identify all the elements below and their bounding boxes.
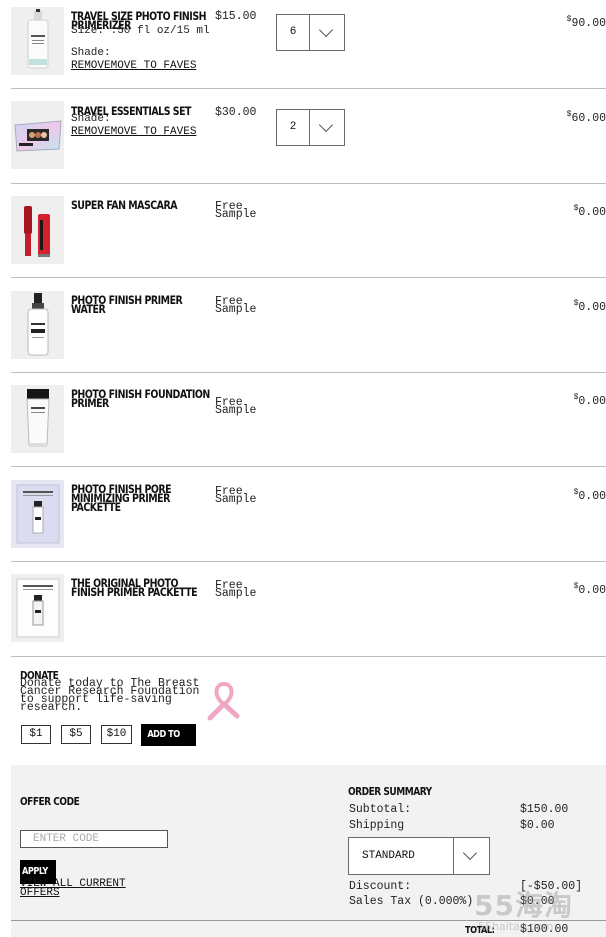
line-total: $0.00 <box>574 299 606 314</box>
offer-code-input[interactable] <box>20 830 168 848</box>
line-total-value: 0.00 <box>578 205 606 219</box>
product-name[interactable]: PHOTO FINISH FOUNDATION PRIMER <box>71 388 210 409</box>
product-name[interactable]: THE ORIGINAL PHOTO FINISH PRIMER PACKETT… <box>71 577 210 598</box>
subtotal-value: $150.00 <box>520 803 569 816</box>
order-summary-title: ORDER SUMMARY <box>348 785 432 798</box>
product-name[interactable]: PHOTO FINISH PORE MINIMIZING PRIMER PACK… <box>71 483 210 513</box>
product-thumbnail[interactable] <box>11 101 64 169</box>
line-total: $0.00 <box>574 488 606 503</box>
line-total-value: 0.00 <box>578 394 606 408</box>
product-thumbnail[interactable] <box>11 574 64 642</box>
line-total-value: 0.00 <box>578 300 606 314</box>
product-name[interactable]: SUPER FAN MASCARA <box>71 199 210 211</box>
product-shade: Shade: <box>71 113 111 125</box>
select-divider <box>309 15 310 50</box>
shipping-method-select[interactable]: STANDARD <box>348 837 490 875</box>
unit-price: Free Sample <box>215 200 257 221</box>
pink-ribbon-icon <box>207 681 240 721</box>
cart-item-row: TRAVEL SIZE PHOTO FINISH PRIMERIZER Size… <box>11 0 606 89</box>
cart-item-row: SUPER FAN MASCARA Free Sample $0.00 <box>11 184 606 278</box>
remove-move-to-faves-link[interactable]: REMOVEMOVE TO FAVES <box>71 126 196 138</box>
donate-amount-10-button[interactable]: $10 <box>101 725 132 744</box>
white-primer-bottle-image <box>27 9 48 69</box>
cart-item-row: PHOTO FINISH PORE MINIMIZING PRIMER PACK… <box>11 467 606 562</box>
quantity-select[interactable]: 2 <box>276 109 345 146</box>
cart-item-row: TRAVEL ESSENTIALS SET Shade: REMOVEMOVE … <box>11 89 606 184</box>
unit-price: $15.00 <box>215 10 257 23</box>
watermark: 55海淘 55haitao.com <box>474 884 573 933</box>
line-total: $0.00 <box>574 204 606 219</box>
line-total-value: 0.00 <box>578 489 606 503</box>
product-thumbnail[interactable] <box>11 7 64 75</box>
product-thumbnail[interactable] <box>11 480 64 548</box>
primer-tube-image <box>25 389 50 447</box>
primer-packette-white-image <box>16 578 59 638</box>
chevron-down-icon <box>318 22 334 38</box>
shipping-method-value: STANDARD <box>362 850 415 862</box>
unit-price: $30.00 <box>215 106 257 119</box>
shipping-value: $0.00 <box>520 819 555 832</box>
donate-add-to-bag-button[interactable]: ADD TO BAG <box>141 724 196 762</box>
unit-price: Free Sample <box>215 579 257 600</box>
remove-move-to-faves-link[interactable]: REMOVEMOVE TO FAVES <box>71 60 196 72</box>
watermark-logo: 55海淘 <box>474 889 573 922</box>
line-total-value: 60.00 <box>571 111 606 125</box>
product-size: Size: .50 fl oz/15 ml <box>71 25 210 37</box>
add-to-bag-label: ADD TO BAG <box>147 729 180 762</box>
cart-item-row: THE ORIGINAL PHOTO FINISH PRIMER PACKETT… <box>11 562 606 657</box>
select-divider <box>453 838 454 874</box>
sales-tax-label: Sales Tax (0.000%) <box>349 895 474 908</box>
cart-item-row: PHOTO FINISH PRIMER WATER Free Sample $0… <box>11 278 606 373</box>
unit-price: Free Sample <box>215 295 257 316</box>
quantity-select[interactable]: 6 <box>276 14 345 51</box>
shipping-label: Shipping <box>349 819 405 832</box>
line-total: $90.00 <box>567 15 606 30</box>
primer-water-bottle-image <box>27 293 48 356</box>
product-thumbnail[interactable] <box>11 385 64 453</box>
donate-amount-5-button[interactable]: $5 <box>61 725 91 744</box>
view-all-offers-link[interactable]: VIEW ALL CURRENT OFFERS <box>20 879 170 899</box>
donate-amount-1-button[interactable]: $1 <box>21 725 51 744</box>
product-shade: Shade: <box>71 47 111 59</box>
donate-description: Donate today to The Breast Cancer Resear… <box>20 677 200 714</box>
subtotal-label: Subtotal: <box>349 803 412 816</box>
product-name[interactable]: PHOTO FINISH PRIMER WATER <box>71 294 210 315</box>
unit-price: Free Sample <box>215 396 257 417</box>
quantity-value: 2 <box>289 121 297 133</box>
unit-price: Free Sample <box>215 485 257 506</box>
cart-item-row: PHOTO FINISH FOUNDATION PRIMER Free Samp… <box>11 373 606 467</box>
line-total-value: 0.00 <box>578 583 606 597</box>
discount-label: Discount: <box>349 880 412 893</box>
primer-packette-image <box>16 484 59 544</box>
product-thumbnail[interactable] <box>11 196 64 264</box>
line-total: $0.00 <box>574 582 606 597</box>
product-thumbnail[interactable] <box>11 291 64 359</box>
offer-code-title: OFFER CODE <box>20 795 80 808</box>
line-total-value: 90.00 <box>571 16 606 30</box>
line-total: $0.00 <box>574 393 606 408</box>
chevron-down-icon <box>318 117 334 133</box>
red-mascara-image <box>23 206 50 257</box>
chevron-down-icon <box>462 845 478 861</box>
select-divider <box>309 110 310 145</box>
holographic-travel-set-image <box>13 120 62 152</box>
quantity-value: 6 <box>289 26 297 38</box>
line-total: $60.00 <box>567 110 606 125</box>
